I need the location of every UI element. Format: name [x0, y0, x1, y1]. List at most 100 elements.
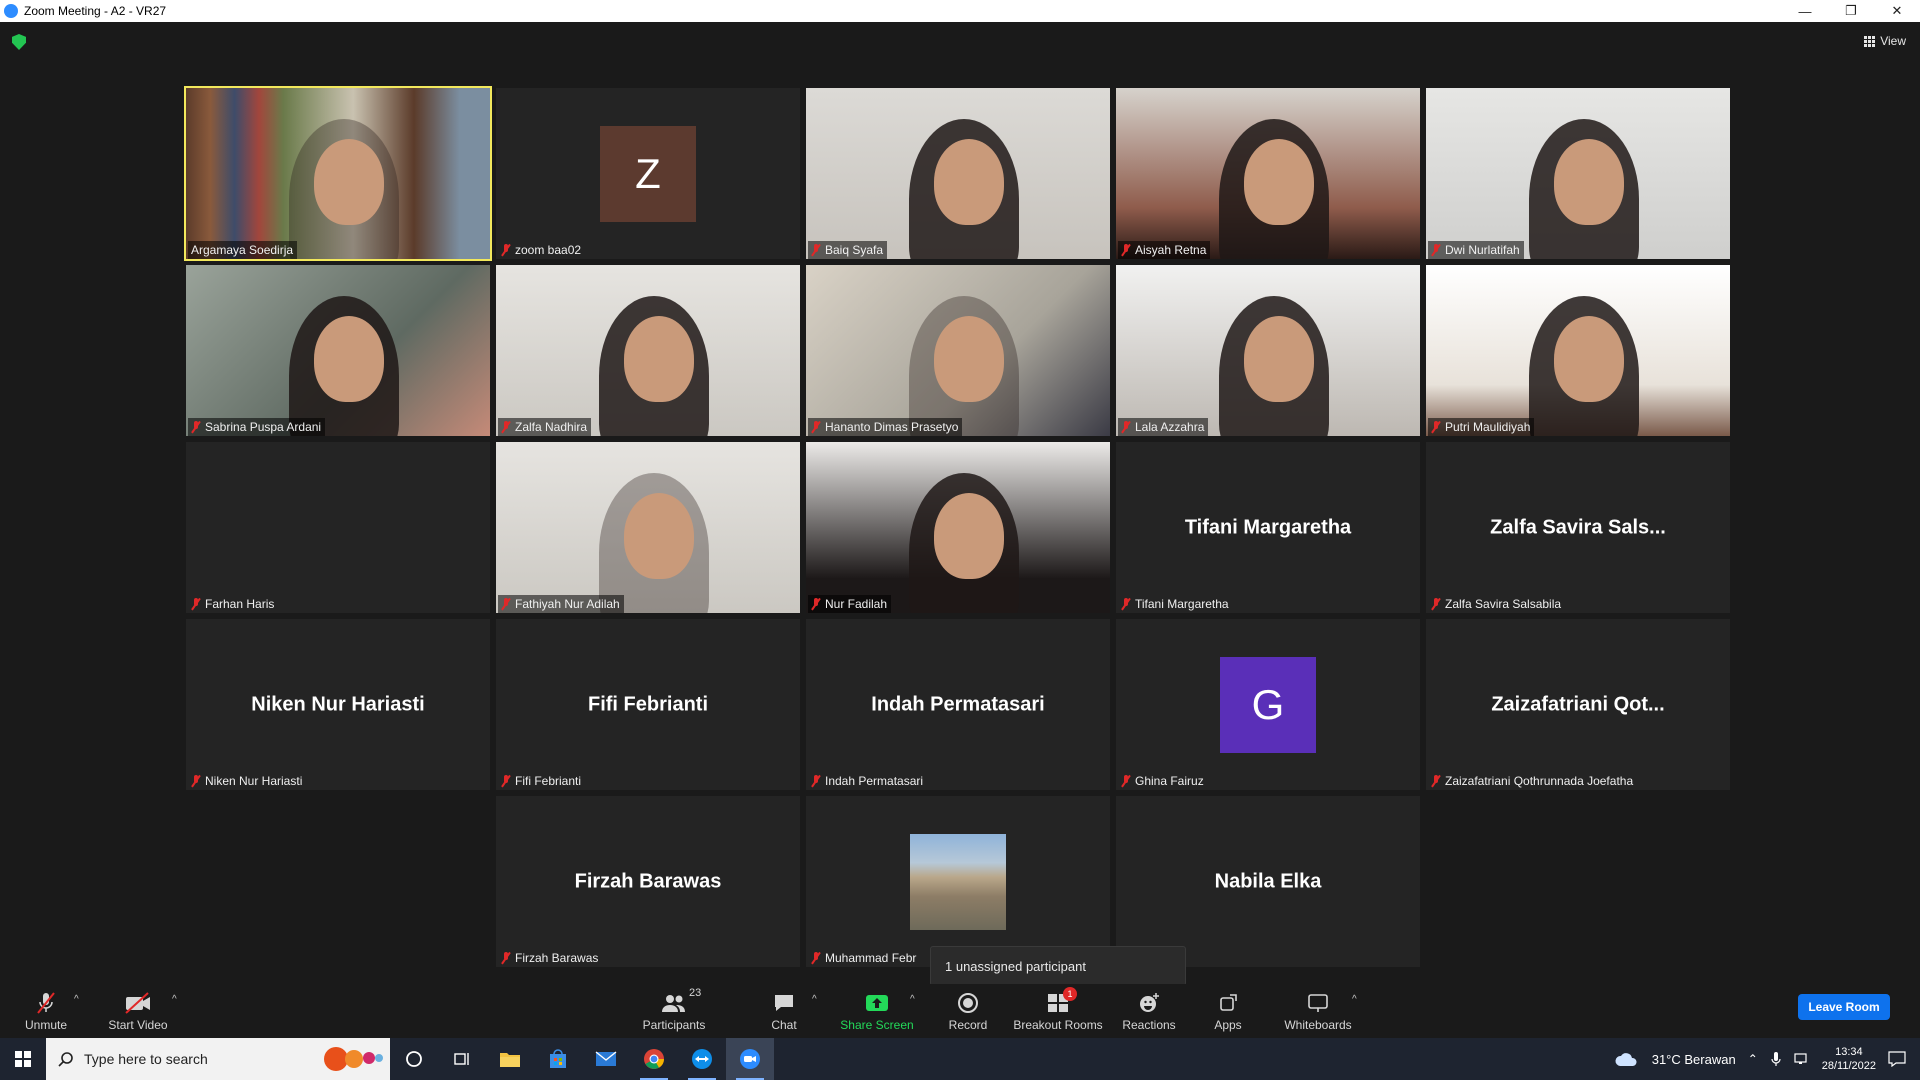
share-options-caret-icon[interactable]: ^ [910, 994, 915, 1005]
participants-button[interactable]: 23 Participants [640, 984, 708, 1038]
clock[interactable]: 13:34 28/11/2022 [1822, 1045, 1876, 1073]
minimize-button[interactable]: — [1782, 0, 1828, 22]
video-options-caret-icon[interactable]: ^ [172, 994, 177, 1005]
weather-text[interactable]: 31°C Berawan [1652, 1052, 1736, 1067]
restore-button[interactable]: ❐ [1828, 0, 1874, 22]
whiteboards-button[interactable]: Whiteboards [1282, 984, 1354, 1038]
reactions-button[interactable]: Reactions [1118, 984, 1180, 1038]
record-button[interactable]: Record [944, 984, 992, 1038]
participant-tile[interactable]: Zalfa Nadhira [496, 265, 800, 436]
reactions-smiley-icon [1138, 991, 1160, 1015]
task-view-cortana-button[interactable] [390, 1038, 438, 1080]
participant-name-label: Niken Nur Hariasti [188, 772, 306, 790]
participant-tile[interactable]: Aisyah Retna [1116, 88, 1420, 259]
microphone-tray-icon[interactable] [1770, 1051, 1782, 1067]
gallery-grid-icon [1864, 35, 1876, 47]
participant-video [1426, 88, 1730, 259]
mic-muted-icon [811, 421, 821, 433]
participant-tile[interactable]: Putri Maulidiyah [1426, 265, 1730, 436]
apps-button[interactable]: Apps [1208, 984, 1248, 1038]
participant-name-label: Fifi Febrianti [498, 772, 585, 790]
audio-options-caret-icon[interactable]: ^ [74, 994, 79, 1005]
whiteboard-options-caret-icon[interactable]: ^ [1352, 994, 1357, 1005]
participant-tile[interactable]: Dwi Nurlatifah [1426, 88, 1730, 259]
chat-button[interactable]: Chat [763, 984, 805, 1038]
file-explorer-button[interactable] [486, 1038, 534, 1080]
view-label: View [1880, 34, 1906, 48]
unmute-button[interactable]: Unmute [22, 984, 70, 1038]
zoom-taskbar-button[interactable] [726, 1038, 774, 1080]
participant-tile[interactable]: Fathiyah Nur Adilah [496, 442, 800, 613]
mail-button[interactable] [582, 1038, 630, 1080]
participant-tile[interactable]: Nabila Elka [1116, 796, 1420, 967]
participant-name: Fathiyah Nur Adilah [515, 597, 620, 611]
start-video-button[interactable]: Start Video [106, 984, 170, 1038]
tray-chevron-up-icon[interactable]: ⌃ [1748, 1052, 1758, 1066]
participant-name-label: Farhan Haris [188, 595, 278, 613]
participant-display-name: Niken Nur Hariasti [251, 693, 425, 715]
participant-tile[interactable]: Firzah Barawas Firzah Barawas [496, 796, 800, 967]
participant-tile[interactable]: Baiq Syafa [806, 88, 1110, 259]
taskbar-search[interactable]: Type here to search [46, 1038, 390, 1080]
cortana-circle-icon [406, 1051, 422, 1067]
participant-video [496, 442, 800, 613]
participant-video [806, 265, 1110, 436]
mic-muted-icon [811, 775, 821, 787]
participant-name: Lala Azzahra [1135, 420, 1205, 434]
record-label: Record [948, 1017, 988, 1032]
participant-name: Nur Fadilah [825, 597, 888, 611]
store-button[interactable] [534, 1038, 582, 1080]
participant-tile[interactable]: Argamaya Soedirja [184, 86, 492, 261]
participant-tile[interactable]: Zaizafatriani Qot... Zaizafatriani Qothru… [1426, 619, 1730, 790]
whiteboard-icon [1307, 991, 1329, 1015]
apps-icon [1218, 991, 1238, 1015]
share-screen-label: Share Screen [840, 1017, 914, 1032]
participant-tile[interactable]: Indah Permatasari Indah Permatasari [806, 619, 1110, 790]
participant-tile[interactable]: Nur Fadilah [806, 442, 1110, 613]
participant-video [186, 265, 490, 436]
search-icon [58, 1052, 73, 1067]
participant-tile[interactable]: Sabrina Puspa Ardani [186, 265, 490, 436]
task-view-button[interactable] [438, 1038, 486, 1080]
participant-tile[interactable]: Lala Azzahra [1116, 265, 1420, 436]
participant-display-name: Tifani Margaretha [1184, 516, 1352, 538]
participant-profile-photo [910, 833, 1006, 930]
leave-room-button[interactable]: Leave Room [1798, 994, 1890, 1020]
encryption-shield-icon[interactable] [12, 34, 26, 50]
participant-name: Indah Permatasari [825, 774, 924, 788]
mic-muted-icon [501, 598, 511, 610]
teamviewer-button[interactable] [678, 1038, 726, 1080]
participant-tile[interactable]: Fifi Febrianti Fifi Febrianti [496, 619, 800, 790]
participant-name-label: Nur Fadilah [808, 595, 892, 613]
participant-display-name: Indah Permatasari [871, 693, 1045, 715]
network-icon[interactable] [1794, 1052, 1810, 1066]
mic-muted-icon [1121, 244, 1131, 256]
participant-display-name: Firzah Barawas [574, 870, 722, 892]
notifications-icon[interactable] [1888, 1051, 1906, 1067]
close-button[interactable]: ✕ [1874, 0, 1920, 22]
participant-name: Putri Maulidiyah [1445, 420, 1531, 434]
participant-tile[interactable]: Zalfa Savira Sals... Zalfa Savira Salsabi… [1426, 442, 1730, 613]
participant-name-label: Aisyah Retna [1118, 241, 1211, 259]
chrome-button[interactable] [630, 1038, 678, 1080]
meeting-area: View Argamaya Soedirja Zzoom baa02 Baiq Sy… [0, 22, 1920, 992]
chat-options-caret-icon[interactable]: ^ [812, 994, 817, 1005]
participant-tile[interactable]: Farhan Haris [186, 442, 490, 613]
participant-tile[interactable]: Niken Nur Hariasti Niken Nur Hariasti [186, 619, 490, 790]
participant-tile[interactable]: Zzoom baa02 [496, 88, 800, 259]
participant-tile[interactable]: Hananto Dimas Prasetyo [806, 265, 1110, 436]
participant-tile[interactable]: Tifani Margaretha Tifani Margaretha [1116, 442, 1420, 613]
start-button[interactable] [0, 1038, 46, 1080]
participant-tile[interactable]: G Ghina Fairuz [1116, 619, 1420, 790]
mic-muted-icon [1431, 775, 1441, 787]
participant-video [1426, 265, 1730, 436]
breakout-rooms-button[interactable]: 1 Breakout Rooms [1012, 984, 1104, 1038]
participant-avatar: G [1220, 656, 1316, 753]
participant-tile[interactable]: Muhammad Febr [806, 796, 1110, 967]
participants-label: Participants [642, 1017, 706, 1032]
participant-name-label: Lala Azzahra [1118, 418, 1209, 436]
share-screen-button[interactable]: Share Screen [838, 984, 916, 1038]
view-button[interactable]: View [1864, 34, 1906, 48]
task-view-icon [454, 1053, 469, 1065]
tooltip-text: 1 unassigned participant [945, 958, 1086, 974]
